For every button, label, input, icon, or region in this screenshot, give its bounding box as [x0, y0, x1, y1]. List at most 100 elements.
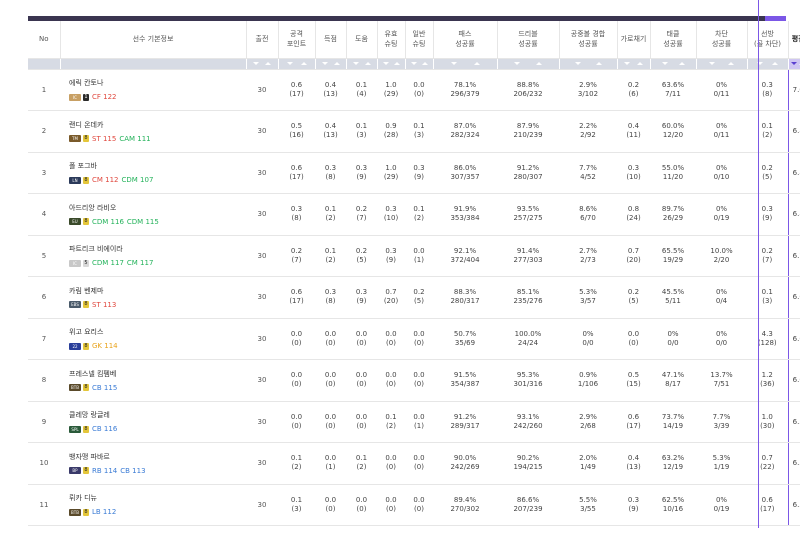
header-block-rate[interactable]: 차단 성공률 [696, 21, 748, 59]
sort-desc-icon[interactable] [450, 62, 457, 65]
table-row[interactable]: 3폴 포그바 LN 8 CM 112 CDM 107 30 0.6 (17) 0.3 (8) 0.3… [28, 152, 800, 194]
table-row[interactable]: 2 랜디 온데카 TM 8 ST 115 CAM 111 30 0.5 (16) 0.4 (13) 0… [28, 110, 800, 153]
header-shots-on-target[interactable]: 유효 슈팅 [377, 21, 406, 59]
sort-asc-icon[interactable] [678, 62, 685, 65]
player-name[interactable]: 파트리크 비에이라 [69, 244, 246, 254]
shots-on-target-detail: (29) [383, 89, 399, 98]
block-rate-cell: 0% 0/19 [696, 193, 747, 236]
sort-desc-icon[interactable] [624, 62, 631, 65]
sort-desc-icon[interactable] [286, 62, 293, 65]
saves-detail: (128) [757, 338, 777, 347]
player-cell[interactable]: 에릭 칸토나 IC 1 CF 122 [60, 69, 246, 111]
sort-control[interactable] [315, 58, 347, 70]
table-row[interactable]: 6 카림 벤제마 EBS 8 ST 113 30 0.6 (17) 0.3 (8) 0.3 (9) 0.… [28, 276, 800, 319]
sort-control[interactable] [559, 58, 618, 70]
player-cell[interactable]: 클레망 랑글레 SPL 8 CB 116 [60, 401, 246, 443]
sort-control[interactable] [747, 58, 789, 70]
header-pass-rate[interactable]: 패스 성공률 [433, 21, 498, 59]
player-cell[interactable]: 파트리크 비에이라 IC 5 CDM 117 CM 117 [60, 235, 246, 277]
player-name[interactable]: 카림 벤제마 [69, 286, 246, 296]
sort-control[interactable] [497, 58, 560, 70]
sort-control[interactable] [405, 58, 434, 70]
pass-rate-cell: 88.3% 280/317 [433, 276, 497, 319]
player-name[interactable]: 위고 요리스 [69, 327, 246, 337]
sort-desc-icon[interactable] [382, 62, 389, 65]
sort-control[interactable] [377, 58, 406, 70]
player-cell[interactable]: 위고 요리스 22 8 GK 114 [60, 318, 246, 360]
sort-asc-icon[interactable] [473, 62, 480, 65]
sort-control[interactable] [650, 58, 697, 70]
shots-value: 0.0 [413, 80, 425, 89]
shots-value: 0.0 [413, 246, 425, 255]
header-no[interactable]: No [28, 21, 61, 59]
player-name[interactable]: 랜디 온데카 [69, 120, 246, 130]
header-player-info[interactable]: 선수 기본정보 [60, 21, 247, 59]
rating-value: 6.6 [787, 318, 800, 360]
sort-asc-icon[interactable] [300, 62, 307, 65]
player-name[interactable]: 아드리앙 라비오 [69, 203, 246, 213]
sort-control[interactable] [246, 58, 279, 70]
header-saves[interactable]: 선방 (골 차단) [747, 21, 789, 59]
assists-cell: 0.2 (5) [346, 235, 377, 277]
player-name[interactable]: 에릭 칸토나 [69, 78, 246, 88]
sort-control[interactable] [617, 58, 651, 70]
sort-desc-icon[interactable] [574, 62, 581, 65]
header-rating[interactable]: 평점 [787, 21, 800, 59]
sort-control[interactable] [433, 58, 498, 70]
header-aerial-rate[interactable]: 공중볼 경합 성공률 [559, 21, 618, 59]
player-cell[interactable]: 아드리앙 라비오 EU 8 CDM 116 CDM 115 [60, 193, 246, 236]
player-name[interactable]: 클레망 랑글레 [69, 410, 246, 420]
player-cell[interactable]: 카림 벤제마 EBS 8 ST 113 [60, 276, 246, 319]
header-goals[interactable]: 득점 [315, 21, 347, 59]
header-tackle-rate[interactable]: 태클 성공률 [650, 21, 697, 59]
header-attack-points[interactable]: 공격 포인트 [278, 21, 316, 59]
sort-desc-icon[interactable] [790, 62, 797, 65]
table-row[interactable]: 10 뱅자맹 파바르 BP 8 RB 114 CB 113 30 0.1 (2) 0.0 (1) 0.… [28, 442, 800, 485]
sort-desc-icon[interactable] [321, 62, 328, 65]
sort-desc-icon[interactable] [410, 62, 417, 65]
sort-desc-icon[interactable] [513, 62, 520, 65]
player-name[interactable]: 폴 포그바 [69, 161, 246, 171]
player-name[interactable]: 프레스넬 킴펨베 [69, 369, 246, 379]
player-cell[interactable]: 폴 포그바 LN 8 CM 112 CDM 107 [60, 152, 246, 194]
player-name[interactable]: 뱅자맹 파바르 [69, 452, 246, 462]
table-row[interactable]: 8 프레스넬 킴펨베 BTB 8 CB 115 30 0.0 (0) 0.0 (0) 0.0 (0) 0… [28, 359, 800, 402]
player-cell[interactable]: 프레스넬 킴펨베 BTB 8 CB 115 [60, 359, 246, 402]
attack-points-value: 0.6 [290, 80, 303, 89]
sort-asc-icon[interactable] [393, 62, 400, 65]
player-cell[interactable]: 뤼카 디뉴 BTB 8 LB 112 [60, 484, 246, 526]
player-cell[interactable]: 랜디 온데카 TM 8 ST 115 CAM 111 [60, 110, 246, 153]
player-name[interactable]: 뤼카 디뉴 [69, 493, 246, 503]
sort-asc-icon[interactable] [536, 62, 543, 65]
table-row[interactable]: 4 아드리앙 라비오 EU 8 CDM 116 CDM 115 30 0.3 (8) 0.1 (2)… [28, 193, 800, 236]
sort-asc-icon[interactable] [364, 62, 371, 65]
sort-asc-icon[interactable] [772, 62, 779, 65]
sort-asc-icon[interactable] [636, 62, 643, 65]
sort-asc-icon[interactable] [265, 62, 272, 65]
header-assists[interactable]: 도움 [346, 21, 378, 59]
sort-control[interactable] [696, 58, 748, 70]
sort-control[interactable] [788, 58, 800, 70]
table-row[interactable]: 5 파트리크 비에이라 IC 5 CDM 117 CM 117 30 0.2 (7) 0.1 (2)… [28, 235, 800, 277]
header-dribble-rate[interactable]: 드리블 성공률 [497, 21, 560, 59]
table-row[interactable]: 7 위고 요리스 22 8 GK 114 30 0.0 (0) 0.0 (0) 0.0 (0) 0.0(… [28, 318, 800, 360]
table-row[interactable]: 1 에릭 칸토나 IC 1 CF 122 30 0.6 (17) 0.4 (13) 0.1 (4) 1.… [28, 69, 800, 111]
sort-desc-icon[interactable] [661, 62, 668, 65]
player-cell[interactable]: 뱅자맹 파바르 BP 8 RB 114 CB 113 [60, 442, 246, 485]
sort-asc-icon[interactable] [333, 62, 340, 65]
sort-control[interactable] [346, 58, 378, 70]
sort-desc-icon[interactable] [352, 62, 359, 65]
position-ovr: ST 115 [92, 134, 117, 143]
header-shots[interactable]: 일반 슈팅 [405, 21, 434, 59]
header-interceptions[interactable]: 가로채기 [617, 21, 651, 59]
sort-asc-icon[interactable] [421, 62, 428, 65]
header-apps[interactable]: 출전 [246, 21, 279, 59]
goals-value: 0.4 [324, 122, 337, 131]
sort-desc-icon[interactable] [709, 62, 716, 65]
sort-desc-icon[interactable] [252, 62, 259, 65]
sort-asc-icon[interactable] [727, 62, 734, 65]
sort-control[interactable] [278, 58, 316, 70]
table-row[interactable]: 11 뤼카 디뉴 BTB 8 LB 112 30 0.1 (3) 0.0 (0) 0.0 (0) 0.0… [28, 484, 800, 526]
sort-asc-icon[interactable] [595, 62, 602, 65]
table-row[interactable]: 9 클레망 랑글레 SPL 8 CB 116 30 0.0 (0) 0.0 (0) 0.0 (0) 0.… [28, 401, 800, 443]
